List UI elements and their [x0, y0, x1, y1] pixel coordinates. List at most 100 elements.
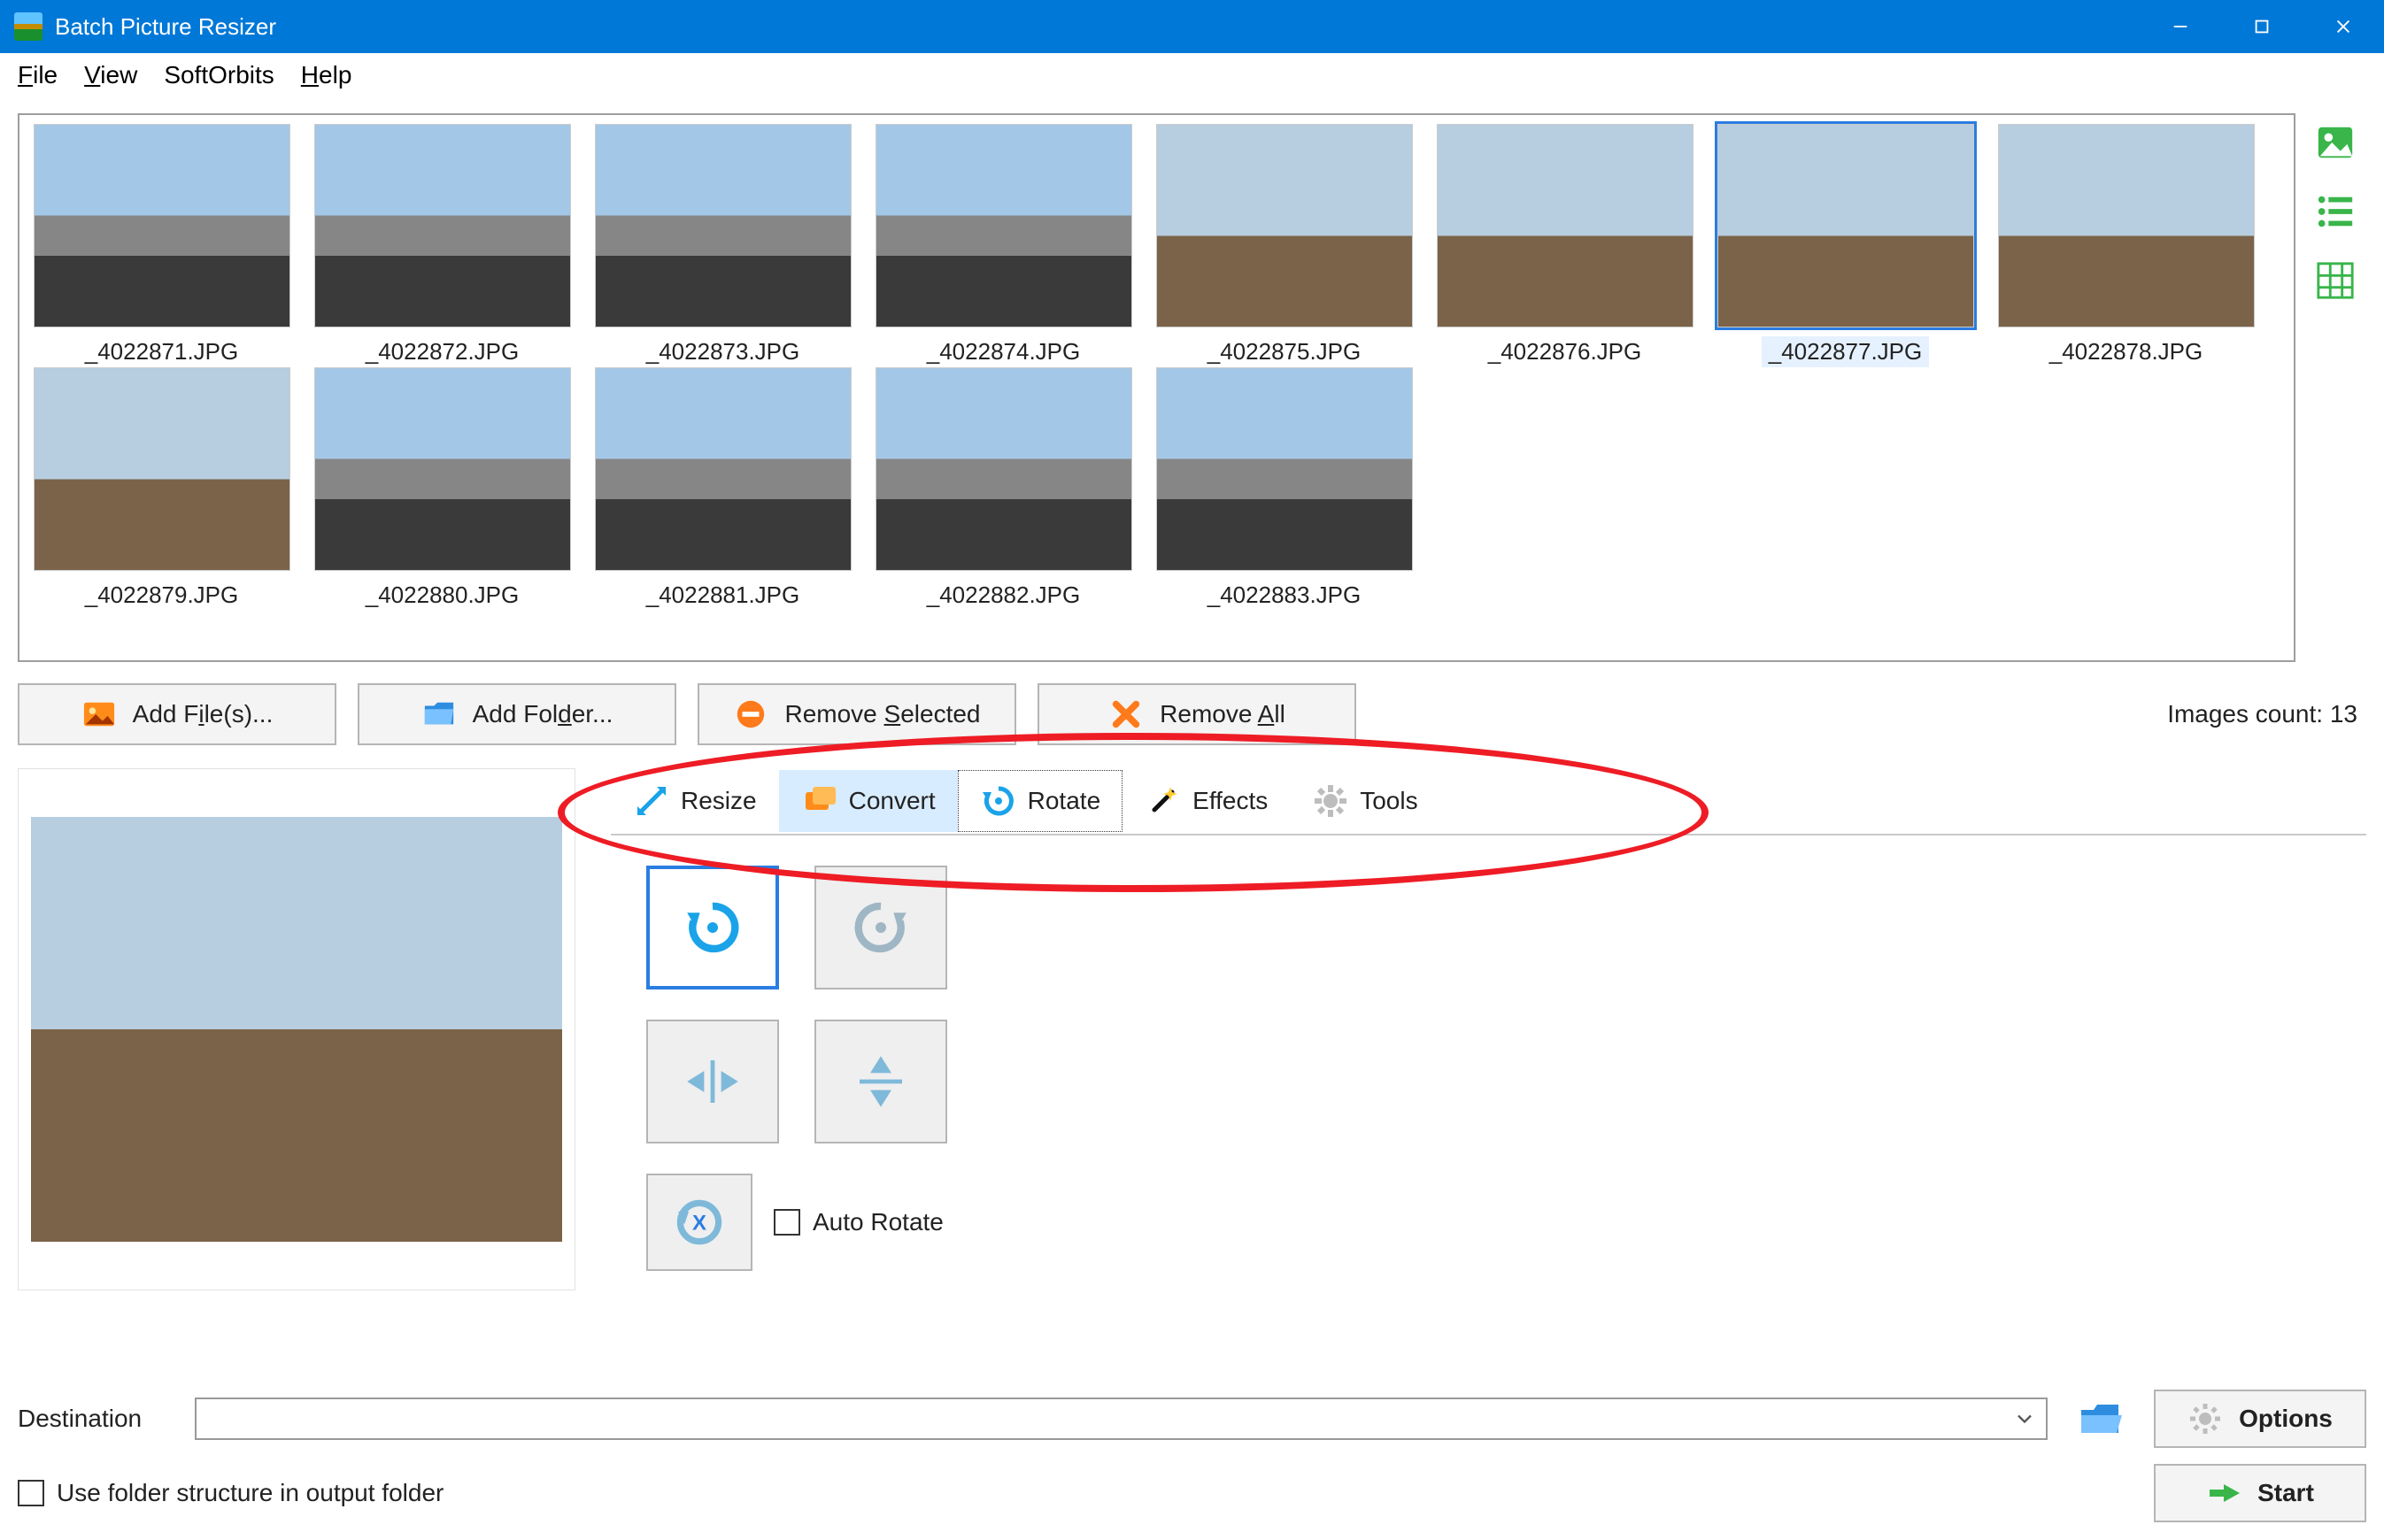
tab-resize[interactable]: Resize — [611, 770, 779, 832]
flip-horizontal-button[interactable] — [646, 1020, 779, 1143]
destination-dropdown[interactable] — [195, 1398, 2048, 1440]
auto-rotate-button[interactable]: X — [646, 1174, 752, 1271]
menu-help[interactable]: Help — [301, 61, 352, 89]
thumbnail-label: _4022875.JPG — [1200, 336, 1368, 367]
thumbnail-image — [876, 367, 1132, 571]
options-label: Options — [2239, 1405, 2333, 1433]
thumbnail-item[interactable]: _4022879.JPG — [27, 367, 297, 611]
tab-rotate[interactable]: Rotate — [958, 770, 1123, 832]
close-button[interactable] — [2303, 0, 2384, 53]
images-counter: Images count: 13 — [2167, 700, 2366, 728]
add-files-label: Add File(s)... — [133, 700, 274, 728]
thumbnail-item[interactable]: _4022875.JPG — [1149, 124, 1419, 367]
thumbnail-image — [314, 367, 571, 571]
thumbnail-item[interactable]: _4022872.JPG — [307, 124, 577, 367]
convert-icon — [801, 782, 838, 820]
preview-pane — [18, 768, 575, 1290]
tab-resize-label: Resize — [681, 787, 757, 815]
start-label: Start — [2257, 1479, 2314, 1507]
thumbnail-image — [34, 124, 290, 327]
rotate-left-icon — [681, 896, 745, 959]
rotate-panel: X Auto Rotate — [611, 835, 1018, 1271]
thumbnail-label: _4022880.JPG — [359, 580, 526, 611]
title-bar: Batch Picture Resizer — [0, 0, 2384, 53]
rotate-right-button[interactable] — [814, 866, 947, 989]
thumbnail-label: _4022883.JPG — [1200, 580, 1368, 611]
thumbnail-pane[interactable]: _4022871.JPG_4022872.JPG_4022873.JPG_402… — [18, 113, 2295, 662]
view-grid-button[interactable] — [2311, 257, 2359, 304]
list-icon — [2315, 191, 2356, 232]
minimize-button[interactable] — [2140, 0, 2221, 53]
menu-softorbits[interactable]: SoftOrbits — [164, 61, 274, 89]
thumbnail-item[interactable]: _4022882.JPG — [868, 367, 1138, 611]
thumbnail-item[interactable]: _4022876.JPG — [1430, 124, 1700, 367]
close-icon — [2334, 17, 2353, 36]
gear-icon — [2187, 1401, 2223, 1436]
add-folder-label: Add Folder... — [473, 700, 613, 728]
thumbnail-label: _4022873.JPG — [639, 336, 806, 367]
view-list-button[interactable] — [2311, 188, 2359, 235]
checkbox-icon — [18, 1480, 44, 1506]
folder-icon — [421, 697, 457, 732]
image-icon — [2315, 122, 2356, 163]
thumbnail-label: _4022878.JPG — [2042, 336, 2210, 367]
rotate-right-icon — [849, 896, 913, 959]
chevron-down-icon — [2012, 1406, 2037, 1431]
menu-view[interactable]: View — [84, 61, 137, 89]
minimize-icon — [2171, 17, 2190, 36]
rotate-left-button[interactable] — [646, 866, 779, 989]
thumbnail-label: _4022882.JPG — [920, 580, 1087, 611]
thumbnail-image — [34, 367, 290, 571]
menu-file[interactable]: File — [18, 61, 58, 89]
auto-rotate-icon: X — [667, 1190, 731, 1254]
gear-icon — [1312, 782, 1349, 820]
thumbnail-item[interactable]: _4022878.JPG — [1991, 124, 2261, 367]
maximize-icon — [2252, 17, 2272, 36]
tab-strip: Resize Convert Rotate — [611, 768, 2366, 835]
options-button[interactable]: Options — [2154, 1390, 2366, 1448]
thumbnail-image — [876, 124, 1132, 327]
browse-destination-button[interactable] — [2065, 1394, 2136, 1444]
view-mode-strip — [2304, 113, 2366, 662]
file-toolbar: Add File(s)... Add Folder... Remove Sele… — [18, 662, 2366, 745]
bottom-bar: Destination Options Use folder structure… — [18, 1390, 2366, 1522]
tab-rotate-label: Rotate — [1028, 787, 1101, 815]
remove-all-button[interactable]: Remove All — [1038, 683, 1356, 745]
thumbnail-item[interactable]: _4022871.JPG — [27, 124, 297, 367]
thumbnail-label: _4022874.JPG — [920, 336, 1087, 367]
thumbnail-item[interactable]: _4022874.JPG — [868, 124, 1138, 367]
thumbnail-item[interactable]: _4022880.JPG — [307, 367, 577, 611]
thumbnail-item[interactable]: _4022883.JPG — [1149, 367, 1419, 611]
flip-vertical-button[interactable] — [814, 1020, 947, 1143]
add-folder-button[interactable]: Add Folder... — [358, 683, 676, 745]
view-thumbnails-button[interactable] — [2311, 119, 2359, 166]
tab-convert[interactable]: Convert — [779, 770, 958, 832]
start-button[interactable]: Start — [2154, 1464, 2366, 1522]
thumbnail-label: _4022872.JPG — [359, 336, 526, 367]
thumbnail-item[interactable]: _4022873.JPG — [588, 124, 858, 367]
thumbnail-image — [1717, 124, 1974, 327]
magic-wand-icon — [1145, 782, 1182, 820]
thumbnail-image — [1998, 124, 2255, 327]
thumbnail-label: _4022879.JPG — [78, 580, 245, 611]
thumbnail-item[interactable]: _4022877.JPG — [1710, 124, 1980, 367]
checkbox-icon — [774, 1209, 800, 1236]
thumbnail-image — [1437, 124, 1693, 327]
thumbnail-image — [595, 367, 852, 571]
auto-rotate-checkbox[interactable]: Auto Rotate — [774, 1208, 944, 1236]
play-arrow-icon — [2206, 1475, 2241, 1511]
tab-effects[interactable]: Effects — [1123, 770, 1290, 832]
grid-icon — [2315, 260, 2356, 301]
folder-structure-checkbox[interactable]: Use folder structure in output folder — [18, 1479, 2138, 1507]
add-files-button[interactable]: Add File(s)... — [18, 683, 336, 745]
auto-rotate-label: Auto Rotate — [813, 1208, 944, 1236]
menu-bar: File View SoftOrbits Help — [0, 53, 2384, 97]
destination-label: Destination — [18, 1405, 177, 1433]
app-icon — [14, 12, 42, 41]
tab-tools[interactable]: Tools — [1290, 770, 1439, 832]
maximize-button[interactable] — [2221, 0, 2303, 53]
remove-all-label: Remove All — [1160, 700, 1285, 728]
folder-structure-label: Use folder structure in output folder — [57, 1479, 444, 1507]
thumbnail-item[interactable]: _4022881.JPG — [588, 367, 858, 611]
remove-selected-button[interactable]: Remove Selected — [698, 683, 1016, 745]
